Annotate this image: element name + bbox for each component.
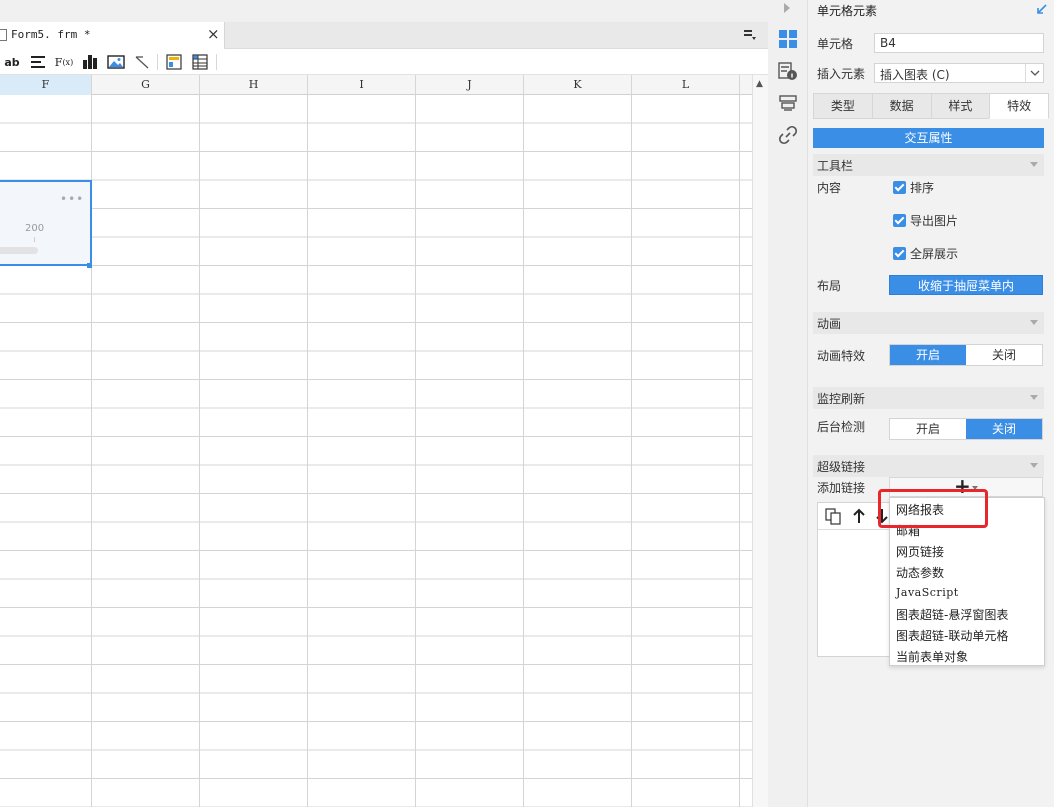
tab-style[interactable]: 样式	[930, 93, 990, 119]
fullscreen-checkbox-label: 全屏展示	[910, 247, 959, 261]
section-title: 动画	[817, 317, 842, 331]
copy-icon[interactable]	[824, 507, 842, 525]
chevron-down-icon[interactable]	[1025, 64, 1043, 82]
chart-icon[interactable]	[82, 53, 98, 71]
background-detect-label: 后台检测	[817, 420, 866, 434]
add-link-label: 添加链接	[817, 481, 866, 495]
image-icon[interactable]	[107, 53, 125, 71]
collapse-caret-icon[interactable]	[1030, 463, 1038, 468]
cell-element-panel: 单元格元素 单元格 B4 插入元素 插入图表 (C) 类型 数据 样式 特效 交…	[808, 0, 1054, 807]
toolbar-divider	[216, 54, 217, 70]
column-header-j[interactable]: J	[416, 75, 524, 95]
menu-item-current-form-object[interactable]: 当前表单对象	[896, 648, 968, 665]
animation-off-button[interactable]: 关闭	[966, 345, 1042, 365]
column-header-h[interactable]: H	[200, 75, 308, 95]
rich-text-icon[interactable]	[30, 53, 46, 71]
monitor-on-button[interactable]: 开启	[890, 419, 966, 439]
layout-label: 布局	[817, 279, 842, 293]
menu-item-dynamic-param[interactable]: 动态参数	[896, 564, 944, 581]
tab-title: Form5. frm *	[11, 28, 91, 41]
insert-element-label: 插入元素	[817, 67, 866, 81]
collapse-caret-icon[interactable]	[1030, 395, 1038, 400]
menu-item-javascript[interactable]: JavaScript	[896, 586, 959, 599]
insert-toolbar: ab F (x)	[0, 49, 768, 75]
tab-data[interactable]: 数据	[871, 93, 931, 119]
animation-toggle: 开启 关闭	[889, 344, 1043, 366]
move-up-icon[interactable]	[850, 507, 868, 525]
tab-form5[interactable]: Form5. frm * ×	[0, 22, 225, 49]
section-monitor-refresh[interactable]: 监控刷新	[813, 387, 1044, 409]
resize-handle[interactable]	[87, 263, 92, 268]
collapse-caret-icon[interactable]	[1030, 320, 1038, 325]
section-toolbar[interactable]: 工具栏	[813, 154, 1044, 176]
section-title: 超级链接	[817, 460, 866, 474]
scroll-up-icon[interactable]: ▲	[756, 79, 763, 89]
section-title: 工具栏	[817, 159, 854, 173]
cell-attribute-icon[interactable]	[778, 61, 798, 81]
checkbox-checked-icon	[893, 181, 906, 194]
monitor-toggle: 开启 关闭	[889, 418, 1043, 440]
checkbox-checked-icon	[893, 247, 906, 260]
column-header-row: F G H I J K L	[0, 75, 752, 95]
close-icon[interactable]: ×	[207, 25, 220, 43]
column-header-k[interactable]: K	[524, 75, 632, 95]
more-icon[interactable]: •••	[60, 192, 84, 206]
animation-on-button[interactable]: 开启	[890, 345, 966, 365]
section-title: 监控刷新	[817, 392, 866, 406]
content-label: 内容	[817, 181, 842, 195]
interact-attributes-bar[interactable]: 交互属性	[813, 128, 1044, 148]
tab-type[interactable]: 类型	[813, 93, 872, 119]
sort-checkbox-label: 排序	[910, 181, 935, 195]
layout-select[interactable]: 收缩于抽屉菜单内	[889, 275, 1043, 295]
selected-chart-cell[interactable]: ••• 200	[0, 180, 92, 268]
editor-tab-bar: Form5. frm * ×	[0, 22, 768, 49]
tab-list-icon[interactable]	[743, 28, 757, 42]
cell-element-icon[interactable]	[778, 29, 798, 49]
widget-icon[interactable]	[778, 93, 798, 113]
menu-item-chart-popup[interactable]: 图表超链-悬浮窗图表	[896, 606, 1008, 623]
tab-effects[interactable]: 特效	[989, 93, 1049, 119]
column-header-l[interactable]: L	[632, 75, 740, 95]
cell-label: 单元格	[817, 37, 854, 51]
chart-axis-value: 200	[25, 223, 45, 234]
menu-item-chart-linked-cell[interactable]: 图表超链-联动单元格	[896, 627, 1008, 644]
side-icon-column	[768, 0, 808, 807]
section-hyperlink[interactable]: 超级链接	[813, 455, 1044, 477]
monitor-off-button[interactable]: 关闭	[966, 419, 1042, 439]
top-strip	[0, 0, 768, 22]
chart-axis-tick	[34, 237, 35, 242]
expand-icon[interactable]	[1035, 2, 1049, 16]
link-icon[interactable]	[778, 125, 798, 145]
panel-tabs: 类型 数据 样式 特效	[813, 93, 1049, 119]
cell-field[interactable]: B4	[874, 33, 1044, 53]
slash-icon[interactable]	[134, 53, 150, 71]
export-image-checkbox[interactable]: 导出图片	[893, 212, 958, 229]
column-header-g[interactable]: G	[92, 75, 200, 95]
menu-item-web-link[interactable]: 网页链接	[896, 543, 944, 560]
formula-icon[interactable]: F (x)	[54, 53, 74, 71]
panel-title: 单元格元素	[817, 4, 878, 18]
column-header-i[interactable]: I	[308, 75, 416, 95]
file-icon	[0, 29, 7, 41]
table-element-icon[interactable]	[192, 53, 208, 71]
annotation-highlight-box	[878, 489, 988, 528]
vertical-scrollbar[interactable]: ▲	[752, 75, 768, 807]
insert-element-value: 插入图表 (C)	[880, 68, 950, 82]
toolbar-divider	[157, 54, 158, 70]
column-header-f[interactable]: F	[0, 75, 92, 95]
sub-report-icon[interactable]	[166, 53, 182, 71]
collapse-caret-icon[interactable]	[1030, 162, 1038, 167]
collapse-arrow-icon[interactable]	[782, 2, 792, 14]
animation-effect-label: 动画特效	[817, 349, 866, 363]
section-animation[interactable]: 动画	[813, 312, 1044, 334]
fullscreen-checkbox[interactable]: 全屏展示	[893, 245, 958, 262]
insert-element-select[interactable]: 插入图表 (C)	[874, 63, 1044, 83]
sort-checkbox[interactable]: 排序	[893, 179, 934, 196]
chart-bar	[0, 247, 38, 254]
export-image-checkbox-label: 导出图片	[910, 214, 959, 228]
checkbox-checked-icon	[893, 214, 906, 227]
text-element-icon[interactable]: ab	[4, 53, 20, 71]
spreadsheet-grid[interactable]	[0, 95, 752, 807]
